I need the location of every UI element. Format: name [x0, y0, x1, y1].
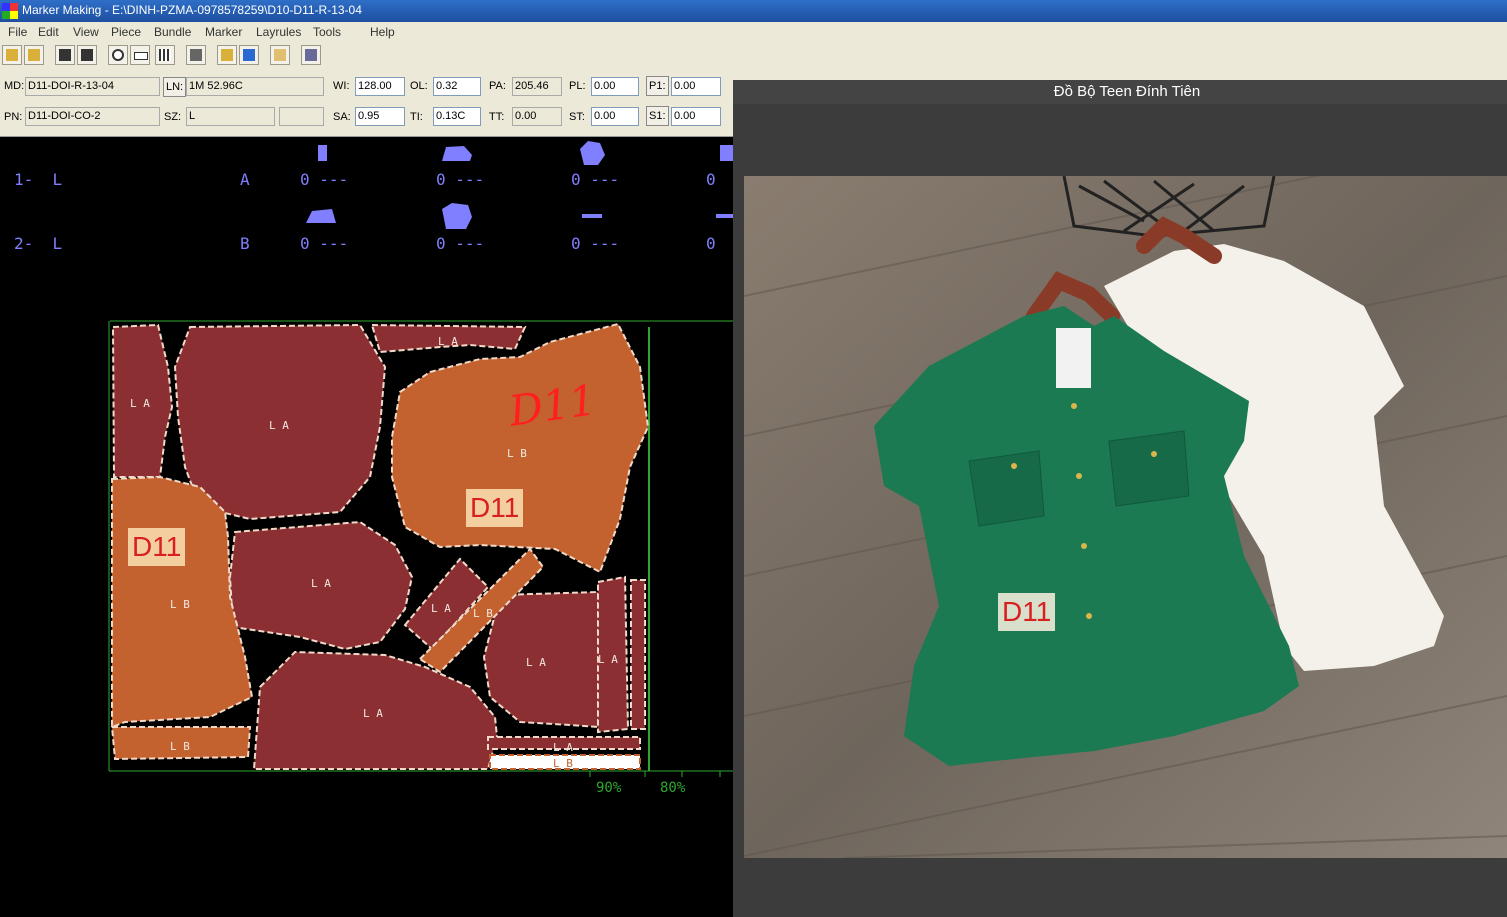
sz-label: SZ:: [164, 111, 182, 123]
ln-button[interactable]: LN:: [163, 77, 187, 97]
viewer-title: Đồ Bộ Teen Đính Tiên: [1053, 83, 1201, 100]
zoom-icon[interactable]: [108, 45, 128, 65]
s1-button[interactable]: S1:: [646, 106, 669, 126]
marker-canvas[interactable]: 1- L A 0 --- 0 --- 0 --- 0 2- L B 0 --- …: [0, 137, 733, 917]
piece-label: L A: [311, 577, 331, 590]
piece-label: L A: [598, 653, 618, 666]
menu-edit[interactable]: Edit: [38, 25, 59, 39]
d11-tag: D11: [128, 528, 186, 566]
viewer-title-bar: Đồ Bộ Teen Đính Tiên: [733, 80, 1507, 104]
menu-file[interactable]: File: [8, 25, 27, 39]
md-label: MD:: [4, 80, 25, 92]
tt-label: TT:: [489, 111, 505, 123]
piece-label: L B: [170, 740, 190, 753]
pl-label: PL:: [569, 80, 586, 92]
product-photo: D11: [744, 176, 1507, 858]
save-all-icon[interactable]: [77, 45, 97, 65]
export-icon[interactable]: [301, 45, 321, 65]
bundle-piece-icon[interactable]: [580, 141, 605, 165]
viewer-d11-tag: D11: [998, 593, 1056, 631]
sa-field[interactable]: 0.95: [355, 107, 405, 126]
save-icon[interactable]: [55, 45, 75, 65]
wi-label: WI:: [333, 80, 350, 92]
wi-field[interactable]: 128.00: [355, 77, 405, 96]
piece-label: L A: [553, 741, 573, 754]
menu-tools[interactable]: Tools: [313, 25, 341, 39]
s1-field[interactable]: 0.00: [671, 107, 721, 126]
menu-help[interactable]: Help: [370, 25, 395, 39]
st-field[interactable]: 0.00: [591, 107, 639, 126]
piece-label: L B: [553, 757, 573, 770]
sz-field[interactable]: L: [186, 107, 275, 126]
menu-view[interactable]: View: [73, 25, 99, 39]
ruler-label: 90%: [596, 780, 622, 796]
menu-layrules[interactable]: Layrules: [256, 25, 301, 39]
p1-button[interactable]: P1:: [646, 76, 669, 96]
sa-label: SA:: [333, 111, 351, 123]
p1-field[interactable]: 0.00: [671, 77, 721, 96]
app-icon: [2, 3, 18, 19]
add-piece-icon[interactable]: [217, 45, 237, 65]
bundle-piece-icon[interactable]: [318, 145, 327, 161]
notes-icon[interactable]: [270, 45, 290, 65]
piece-label: L A: [438, 335, 458, 348]
pn-field[interactable]: D11-DOI-CO-2: [25, 107, 160, 126]
ol-label: OL:: [410, 80, 428, 92]
rectangle-icon[interactable]: [130, 45, 150, 65]
pa-label: PA:: [489, 80, 506, 92]
piece-label: L A: [363, 707, 383, 720]
pn-label: PN:: [4, 111, 23, 123]
piece-label: L B: [170, 598, 190, 611]
piece-label: L B: [507, 447, 527, 460]
bundle-piece-icon[interactable]: [582, 214, 602, 218]
toolbar: [0, 42, 1507, 71]
open-folder-icon[interactable]: [2, 45, 22, 65]
menu-marker[interactable]: Marker: [205, 25, 242, 39]
insert-piece-icon[interactable]: [239, 45, 259, 65]
grid-icon[interactable]: [155, 45, 175, 65]
tt-field: 0.00: [512, 107, 562, 126]
menu-bundle[interactable]: Bundle: [154, 25, 191, 39]
image-viewer-window[interactable]: Đồ Bộ Teen Đính Tiên D11: [733, 80, 1507, 917]
bundle-piece-icon[interactable]: [716, 214, 733, 218]
ti-label: TI:: [410, 111, 423, 123]
st-label: ST:: [569, 111, 585, 123]
bundle-piece-icon[interactable]: [442, 203, 472, 229]
d11-tag: D11: [466, 489, 524, 527]
piece-label: L A: [431, 602, 451, 615]
bundle-piece-icon[interactable]: [720, 145, 733, 161]
bundle-piece-icon[interactable]: [306, 209, 336, 223]
open-file-icon[interactable]: [24, 45, 44, 65]
pl-field[interactable]: 0.00: [591, 77, 639, 96]
select-piece-icon[interactable]: [186, 45, 206, 65]
shirt-photo-illustration: [744, 176, 1507, 858]
ol-field[interactable]: 0.32: [433, 77, 481, 96]
marker-svg: [108, 141, 733, 777]
piece-label: L A: [526, 656, 546, 669]
sz-extra-field[interactable]: [279, 107, 324, 126]
title-bar: Marker Making - E:\DINH-PZMA-0978578259\…: [0, 0, 1507, 22]
piece-label: L B: [473, 607, 493, 620]
ln-field[interactable]: 1M 52.96C: [186, 77, 324, 96]
menu-piece[interactable]: Piece: [111, 25, 141, 39]
bundle-piece-icon[interactable]: [442, 146, 472, 161]
window-title: Marker Making - E:\DINH-PZMA-0978578259\…: [22, 3, 362, 17]
ti-field[interactable]: 0.13C: [433, 107, 481, 126]
marker-piece-a[interactable]: [630, 579, 646, 730]
menu-bar: File Edit View Piece Bundle Marker Layru…: [0, 22, 1507, 43]
ruler-label: 80%: [660, 780, 686, 796]
piece-label: L A: [130, 397, 150, 410]
md-field[interactable]: D11-DOI-R-13-04: [25, 77, 160, 96]
pa-field: 205.46: [512, 77, 562, 96]
piece-label: L A: [269, 419, 289, 432]
